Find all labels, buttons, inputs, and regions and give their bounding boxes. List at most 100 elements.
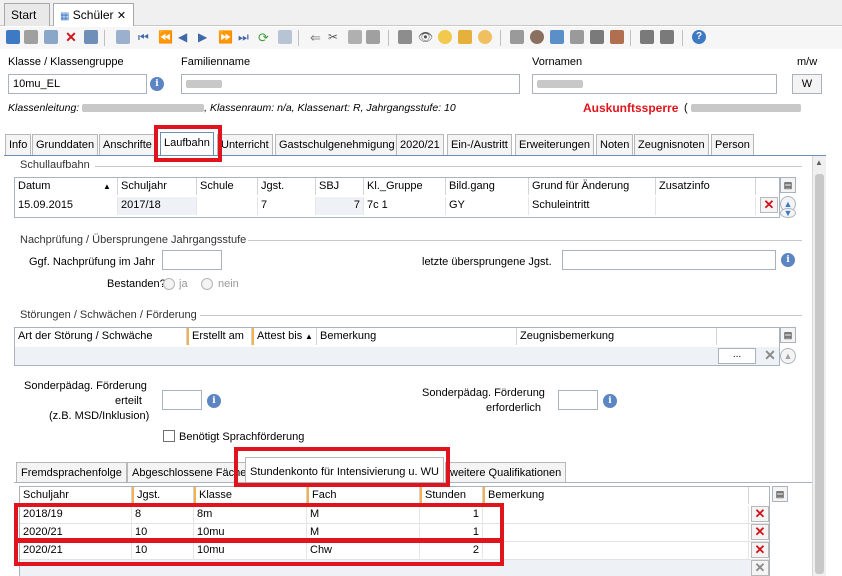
- column-header[interactable]: Fach: [307, 487, 420, 504]
- column-header[interactable]: Bemerkung: [483, 487, 749, 504]
- cell-jgst[interactable]: 7: [258, 197, 316, 215]
- familienname-field[interactable]: [181, 74, 520, 94]
- column-header[interactable]: Jgst.: [258, 178, 316, 195]
- cell-zusatzinfo[interactable]: [656, 197, 756, 215]
- delete-row-icon[interactable]: ✕: [751, 542, 769, 558]
- tab-person[interactable]: Person: [711, 134, 754, 156]
- cell-klasse[interactable]: 10mu: [194, 542, 307, 560]
- cell-bemerkung[interactable]: [483, 524, 749, 542]
- next-page-icon[interactable]: ⏩: [218, 30, 233, 44]
- group-icon[interactable]: [550, 30, 564, 44]
- klasse-field[interactable]: 10mu_EL: [8, 74, 147, 94]
- radio-nein[interactable]: [201, 278, 213, 290]
- tools-icon[interactable]: [510, 30, 524, 44]
- cell-klasse[interactable]: 8m: [194, 506, 307, 524]
- last-record-icon[interactable]: ⏭: [238, 30, 252, 44]
- first-record-icon[interactable]: ⏮: [138, 30, 152, 44]
- table-row[interactable]: 2018/19 8 8m M 1: [20, 506, 769, 524]
- delete-row-icon[interactable]: ✕: [760, 197, 778, 213]
- column-header[interactable]: Schuljahr: [20, 487, 132, 504]
- refresh-icon[interactable]: ⟳: [258, 30, 272, 45]
- column-header[interactable]: SBJ: [316, 178, 364, 195]
- mw-field[interactable]: W: [792, 74, 822, 94]
- info-icon[interactable]: i: [150, 77, 164, 91]
- letzte-jgst-field[interactable]: [562, 250, 776, 270]
- cell-bildgang[interactable]: GY: [446, 197, 529, 215]
- cell-kl-gruppe[interactable]: 7c 1: [364, 197, 446, 215]
- tab-noten[interactable]: Noten: [596, 134, 634, 156]
- edit-icon[interactable]: [84, 30, 98, 44]
- column-header[interactable]: Kl._Gruppe: [364, 178, 446, 195]
- table-icon[interactable]: [570, 30, 584, 44]
- column-header[interactable]: Bild.gang: [446, 178, 529, 195]
- close-icon[interactable]: ✕: [117, 10, 126, 22]
- column-chooser-icon[interactable]: ▤: [772, 486, 788, 502]
- tab-2020-21[interactable]: 2020/21: [396, 134, 444, 156]
- idea-icon[interactable]: [438, 30, 452, 44]
- tab-ein-austritt[interactable]: Ein-/Austritt: [447, 134, 512, 156]
- prev-icon[interactable]: ◀: [178, 30, 192, 44]
- sprachfoerderung-checkbox[interactable]: [163, 430, 175, 442]
- preview-icon[interactable]: 👁: [418, 30, 433, 44]
- column-header[interactable]: Jgst.: [132, 487, 194, 504]
- delete-icon[interactable]: ✕: [64, 30, 78, 44]
- column-header[interactable]: Art der Störung / Schwäche: [15, 328, 187, 345]
- cell-stunden[interactable]: 2: [420, 542, 483, 560]
- back-icon[interactable]: ⇐: [310, 30, 324, 45]
- cut-icon[interactable]: ✂: [328, 30, 342, 44]
- column-header[interactable]: Stunden: [420, 487, 483, 504]
- sonder-erf-field[interactable]: [558, 390, 598, 410]
- paste-icon[interactable]: [366, 30, 380, 44]
- vertical-scrollbar[interactable]: ▲: [812, 156, 826, 576]
- clock-icon[interactable]: [478, 30, 492, 44]
- column-header[interactable]: Zusatzinfo: [656, 178, 756, 195]
- delete-row-icon[interactable]: ✕: [761, 347, 779, 364]
- cell-datum[interactable]: 15.09.2015: [15, 197, 118, 215]
- save-icon[interactable]: [24, 30, 38, 44]
- print-icon[interactable]: [398, 30, 412, 44]
- cell-grund[interactable]: Schuleintritt: [529, 197, 656, 215]
- new-row[interactable]: [20, 560, 769, 576]
- cell-bemerkung[interactable]: [483, 506, 749, 524]
- vornamen-field[interactable]: [532, 74, 777, 94]
- tab-schueler[interactable]: ▦ Schüler ✕: [53, 3, 134, 26]
- tab-info[interactable]: Info: [5, 134, 32, 156]
- move-up-icon[interactable]: ▲: [780, 348, 796, 364]
- ellipsis-button[interactable]: ...: [718, 348, 756, 364]
- cell-fach[interactable]: M: [307, 506, 420, 524]
- tab-start[interactable]: Start: [4, 3, 50, 26]
- sonder-erteilt-field[interactable]: [162, 390, 202, 410]
- tab-fremdsprachenfolge[interactable]: Fremdsprachenfolge: [16, 462, 127, 483]
- tab-stundenkonto[interactable]: Stundenkonto für Intensivierung u. WU: [245, 457, 444, 483]
- cell-schuljahr[interactable]: 2017/18: [118, 197, 197, 215]
- cell-bemerkung[interactable]: [483, 542, 749, 560]
- card-icon[interactable]: [610, 30, 624, 44]
- grid-icon[interactable]: [278, 30, 292, 44]
- scroll-thumb[interactable]: [815, 174, 824, 574]
- table-row[interactable]: [15, 347, 779, 365]
- cell-schule[interactable]: [197, 197, 258, 215]
- tab-anschriften[interactable]: Anschrifte: [99, 134, 156, 156]
- cell-sbj[interactable]: 7: [316, 197, 364, 215]
- prev-page-icon[interactable]: ⏪: [158, 30, 173, 44]
- tab-laufbahn[interactable]: Laufbahn: [160, 132, 214, 156]
- cell-jgst[interactable]: 8: [132, 506, 194, 524]
- copy-icon[interactable]: [348, 30, 362, 44]
- column-header[interactable]: Klasse: [194, 487, 307, 504]
- delete-row-icon[interactable]: ✕: [751, 524, 769, 540]
- delete-row-icon[interactable]: ✕: [751, 560, 769, 576]
- cell-stunden[interactable]: 1: [420, 524, 483, 542]
- cell-schuljahr[interactable]: 2020/21: [20, 542, 132, 560]
- column-header[interactable]: Erstellt am: [187, 328, 252, 345]
- cell-fach[interactable]: M: [307, 524, 420, 542]
- tab-gastschulgenehmigung[interactable]: Gastschulgenehmigung: [275, 134, 399, 156]
- tab-zeugnisnoten[interactable]: Zeugnisnoten: [634, 134, 709, 156]
- column-header[interactable]: Grund für Änderung: [529, 178, 656, 195]
- new-icon[interactable]: [6, 30, 20, 44]
- book-icon[interactable]: [590, 30, 604, 44]
- person-icon[interactable]: [530, 30, 544, 44]
- scroll-up-icon[interactable]: ▲: [815, 158, 824, 167]
- cell-jgst[interactable]: 10: [132, 542, 194, 560]
- cell-fach[interactable]: Chw: [307, 542, 420, 560]
- column-header[interactable]: Bemerkung: [317, 328, 517, 345]
